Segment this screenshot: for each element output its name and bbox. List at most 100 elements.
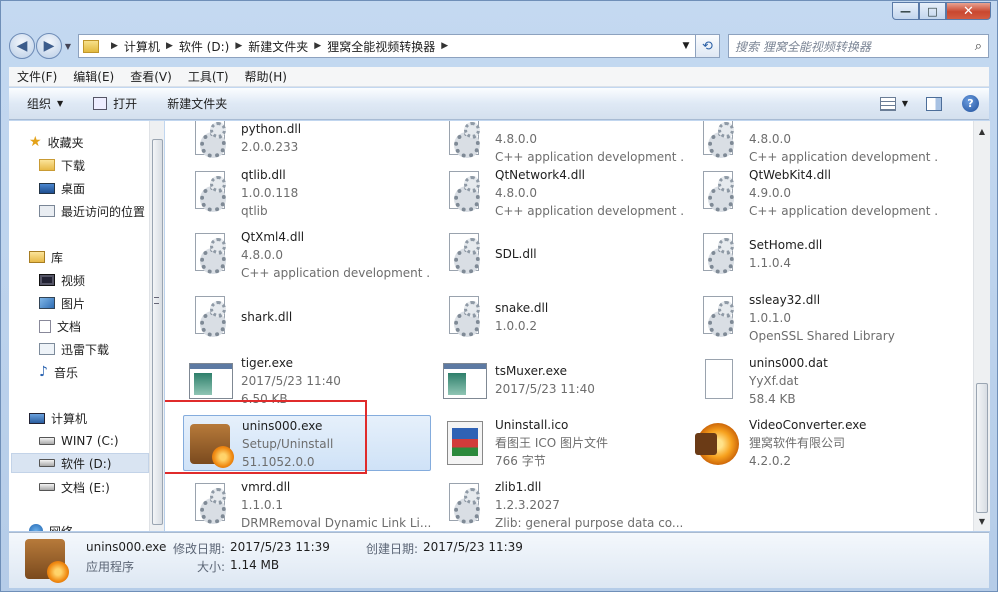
chevron-right-icon[interactable]: ▶ <box>111 41 118 51</box>
sidebar-network[interactable]: 网络 <box>29 521 73 531</box>
search-input[interactable]: 搜索 狸窝全能视频转换器 ⌕ <box>728 34 989 58</box>
close-button[interactable]: ✕ <box>946 2 991 20</box>
file-item[interactable]: VideoConverter.exe 狸窝软件有限公司 4.2.0.2 <box>691 415 939 471</box>
grip-icon <box>154 297 159 304</box>
installer-box-icon <box>25 539 69 583</box>
scroll-up-icon[interactable]: ▲ <box>974 123 990 139</box>
file-icon-wrap <box>695 419 743 467</box>
file-item[interactable]: python.dll 2.0.0.233 <box>183 121 431 167</box>
scrollbar-thumb[interactable] <box>976 383 988 513</box>
file-text: shark.dll <box>241 290 292 362</box>
open-button[interactable]: 打开 <box>93 95 137 112</box>
recent-pages-dropdown[interactable]: ▼ <box>62 42 74 51</box>
address-dropdown[interactable]: ▼ <box>677 41 695 51</box>
menu-file[interactable]: 文件(F) <box>17 68 57 85</box>
sidebar-label: 桌面 <box>61 181 86 196</box>
file-detail-line: 4.8.0.0 <box>241 248 283 262</box>
sidebar-item-desktop[interactable]: 桌面 <box>39 178 85 198</box>
address-bar[interactable]: ▶ 计算机 ▶ 软件 (D:) ▶ 新建文件夹 ▶ 狸窝全能视频转换器 ▶ ▼ <box>78 34 696 58</box>
sidebar-label: 图片 <box>61 296 86 311</box>
breadcrumb-new-folder[interactable]: 新建文件夹 <box>248 38 308 55</box>
file-detail-line <box>495 398 595 416</box>
file-detail-line: C++ application development ... <box>241 266 431 280</box>
file-item[interactable]: snake.dll 1.0.0.2 <box>437 290 685 346</box>
chevron-right-icon[interactable]: ▶ <box>235 41 242 51</box>
sidebar-item-music[interactable]: ♪ 音乐 <box>39 362 78 382</box>
file-item[interactable]: qtlib.dll 1.0.0.118 qtlib <box>183 165 431 221</box>
new-folder-button[interactable]: 新建文件夹 <box>167 95 227 112</box>
sidebar-label: 软件 (D:) <box>61 456 112 471</box>
view-options-icon[interactable] <box>879 96 896 111</box>
menu-help[interactable]: 帮助(H) <box>245 68 287 85</box>
search-icon[interactable]: ⌕ <box>975 39 982 54</box>
details-size-value: 1.14 MB <box>230 558 280 572</box>
sidebar-item-drive-d[interactable]: 软件 (D:) <box>11 453 149 473</box>
sidebar-item-drive-e[interactable]: 文档 (E:) <box>39 477 110 497</box>
menu-edit[interactable]: 编辑(E) <box>73 68 114 85</box>
forward-button[interactable]: ▶ <box>36 33 62 59</box>
sidebar-item-documents[interactable]: 文档 <box>39 316 81 336</box>
breadcrumb-current[interactable]: 狸窝全能视频转换器 <box>327 38 435 55</box>
file-detail-line <box>495 335 548 353</box>
drive-icon <box>39 483 55 491</box>
sidebar-item-pictures[interactable]: 图片 <box>39 293 85 313</box>
sidebar-computer[interactable]: 计算机 <box>29 408 87 428</box>
sidebar-item-videos[interactable]: 视频 <box>39 270 85 290</box>
file-text: unins000.dat YyXf.dat 58.4 KB <box>749 353 828 408</box>
sidebar-libraries[interactable]: 库 <box>29 247 63 267</box>
minimize-button[interactable]: — <box>892 2 919 20</box>
chevron-right-icon[interactable]: ▶ <box>441 41 448 51</box>
help-icon[interactable]: ? <box>962 95 979 112</box>
file-item[interactable]: vmrd.dll 1.1.0.1 DRMRemoval Dynamic Link L… <box>183 477 431 531</box>
file-item[interactable]: unins000.dat YyXf.dat 58.4 KB <box>691 353 939 409</box>
dll-file-icon <box>195 233 226 274</box>
back-button[interactable]: ◀ <box>9 33 35 59</box>
sidebar-favorites[interactable]: ★ 收藏夹 <box>29 132 84 152</box>
sidebar-item-recent[interactable]: 最近访问的位置 <box>39 201 145 221</box>
file-item[interactable]: zlib1.dll 1.2.3.2027 Zlib: general purpose… <box>437 477 685 531</box>
breadcrumb-computer[interactable]: 计算机 <box>124 38 160 55</box>
file-icon-wrap <box>695 121 743 163</box>
sidebar-item-downloads[interactable]: 下载 <box>39 155 85 175</box>
view-dropdown-icon[interactable]: ▼ <box>902 99 908 108</box>
file-item[interactable]: tsMuxer.exe 2017/5/23 11:40 <box>437 353 685 409</box>
file-text: QtXml4.dll 4.8.0.0 C++ application develop… <box>241 227 431 282</box>
scrollbar-thumb[interactable] <box>152 139 163 525</box>
dll-file-icon <box>449 233 480 274</box>
file-item[interactable]: SDL.dll <box>437 227 685 283</box>
preview-pane-icon[interactable] <box>926 96 942 111</box>
file-item[interactable]: Uninstall.ico 看图王 ICO 图片文件 766 字节 <box>437 415 685 471</box>
file-item[interactable]: QtNetwork4.dll 4.8.0.0 C++ application dev… <box>437 165 685 221</box>
file-item[interactable]: QtXml4.dll 4.8.0.0 C++ application develop… <box>183 227 431 283</box>
refresh-button[interactable]: ⟲ <box>696 34 720 58</box>
file-list-scrollbar[interactable]: ▲ ▼ <box>973 121 990 531</box>
navigation-bar: ◀ ▶ ▼ ▶ 计算机 ▶ 软件 (D:) ▶ 新建文件夹 ▶ 狸窝全能视频转换器 ▶ ▼… <box>9 31 989 61</box>
menu-view[interactable]: 查看(V) <box>130 68 172 85</box>
maximize-button[interactable]: □ <box>919 2 946 20</box>
file-name: SetHome.dll <box>749 238 823 252</box>
file-item[interactable]: 4.8.0.0 C++ application development ... <box>691 121 939 167</box>
sidebar-item-thunder-downloads[interactable]: 迅雷下载 <box>39 339 109 359</box>
file-text: vmrd.dll 1.1.0.1 DRMRemoval Dynamic Link L… <box>241 477 431 531</box>
file-item[interactable]: 4.8.0.0 C++ application development ... <box>437 121 685 167</box>
file-detail-line: 1.1.0.4 <box>749 256 791 270</box>
file-detail-line: 4.2.0.2 <box>749 454 791 468</box>
file-detail-line: 1.0.0.2 <box>495 319 537 333</box>
file-item[interactable]: ssleay32.dll 1.0.1.0 OpenSSL Shared Librar… <box>691 290 939 346</box>
chevron-right-icon[interactable]: ▶ <box>314 41 321 51</box>
file-item[interactable]: QtWebKit4.dll 4.9.0.0 C++ application deve… <box>691 165 939 221</box>
chevron-right-icon[interactable]: ▶ <box>166 41 173 51</box>
breadcrumb-drive-d[interactable]: 软件 (D:) <box>179 38 229 55</box>
scroll-down-icon[interactable]: ▼ <box>974 513 990 529</box>
file-detail-line: 2017/5/23 11:40 <box>241 374 341 388</box>
file-name: QtNetwork4.dll <box>495 168 585 182</box>
sidebar-label: 最近访问的位置 <box>61 204 146 219</box>
sidebar-item-drive-c[interactable]: WIN7 (C:) <box>39 431 119 451</box>
menu-tools[interactable]: 工具(T) <box>188 68 229 85</box>
file-detail-line: YyXf.dat <box>749 374 799 388</box>
file-item[interactable]: shark.dll <box>183 290 431 346</box>
organize-button[interactable]: 组织 ▼ <box>27 95 63 112</box>
nav-pane-scrollbar[interactable] <box>149 121 164 531</box>
file-item[interactable]: SetHome.dll 1.1.0.4 <box>691 227 939 283</box>
details-size-label: 大小: <box>197 560 226 574</box>
